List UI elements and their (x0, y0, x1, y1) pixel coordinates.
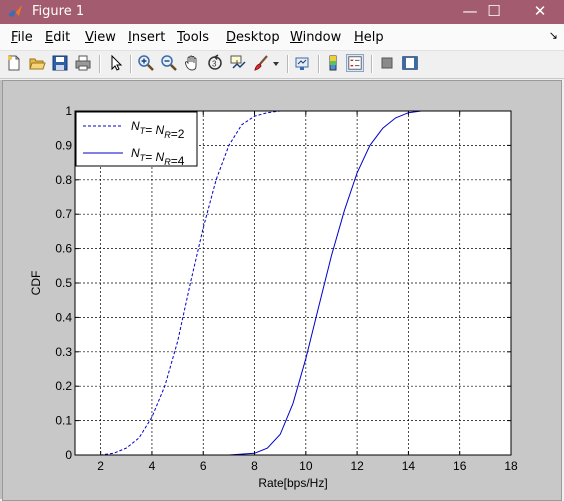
x-tick-label: 14 (402, 459, 416, 473)
figure-window: Figure 1 — ☐ ✕ File Edit View Insert Too… (0, 0, 564, 501)
y-tick-label: 0.2 (55, 379, 72, 393)
legend-text-part: N (131, 119, 140, 133)
x-axis-label: Rate[bps/Hz] (258, 476, 327, 490)
x-tick-label: 4 (149, 459, 156, 473)
chart[interactable]: 2 4 6 8 10 12 14 16 18 0 0.1 0.2 0.3 0.4 0.5 0.6 0.7 0.8… (0, 0, 564, 501)
y-tick-label: 0.4 (55, 310, 72, 324)
y-tick-label: 0.3 (55, 345, 72, 359)
x-tick-label: 10 (299, 459, 313, 473)
y-tick-label: 0.6 (55, 242, 72, 256)
y-tick-label: 0.5 (55, 276, 72, 290)
y-tick-label: 0.7 (55, 207, 72, 221)
x-tick-label: 2 (97, 459, 104, 473)
legend-text-part: N (131, 146, 140, 160)
legend[interactable]: NT= NR=2NT= NR=4 (75, 111, 198, 168)
x-tick-label: 16 (453, 459, 467, 473)
y-tick-label: 0.1 (55, 414, 72, 428)
y-tick-label: 0 (65, 448, 72, 462)
x-tick-label: 8 (251, 459, 258, 473)
x-tick-label: 6 (200, 459, 207, 473)
x-tick-label: 18 (504, 459, 518, 473)
legend-text-part: =2 (171, 127, 185, 141)
y-axis-label: CDF (29, 271, 43, 296)
legend-text-part: =4 (171, 154, 185, 168)
legend-text-part: = N (145, 150, 164, 164)
legend-text-part: = N (145, 123, 164, 137)
x-tick-label: 12 (350, 459, 364, 473)
y-tick-label: 1 (65, 104, 72, 118)
y-tick-label: 0.8 (55, 173, 72, 187)
y-tick-labels: 0 0.1 0.2 0.3 0.4 0.5 0.6 0.7 0.8 0.9 1 (55, 104, 72, 462)
x-tick-labels: 2 4 6 8 10 12 14 16 18 (97, 459, 518, 473)
y-tick-label: 0.9 (55, 138, 72, 152)
